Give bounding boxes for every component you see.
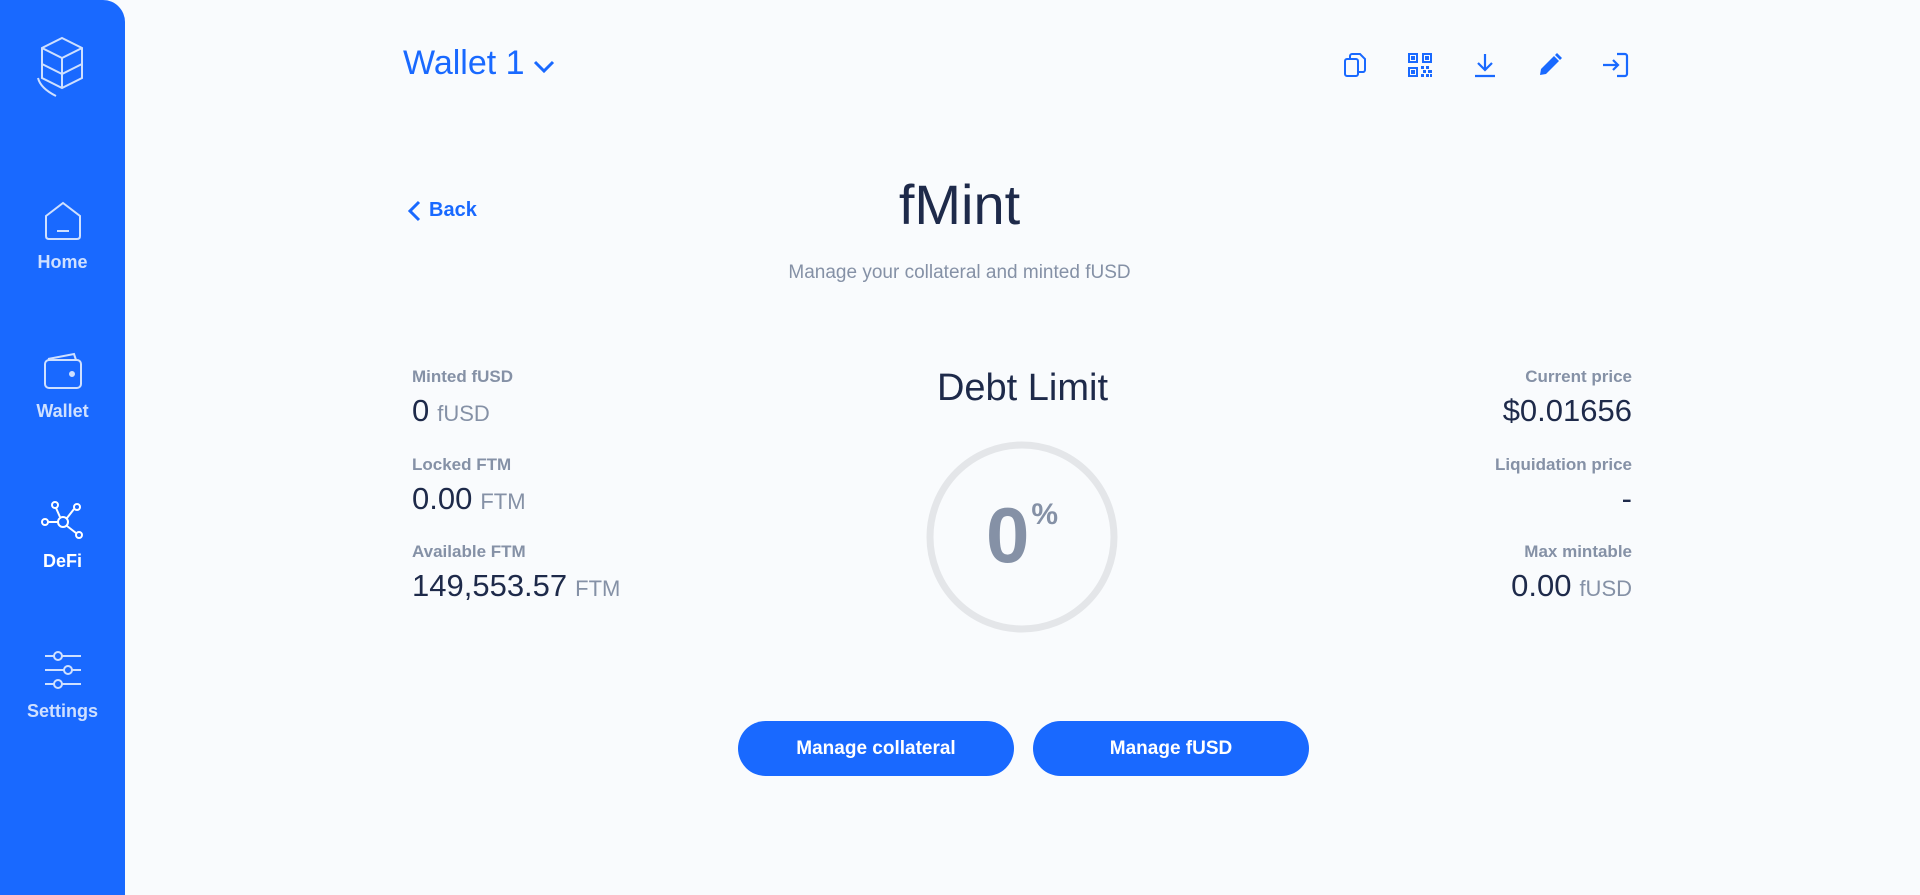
sidebar-item-settings[interactable]: Settings bbox=[0, 649, 125, 722]
stat-value: 0 bbox=[412, 393, 430, 428]
stat-available-ftm: Available FTM 149,553.57 FTM bbox=[412, 542, 620, 604]
sidebar-item-wallet[interactable]: Wallet bbox=[0, 351, 125, 422]
wallet-icon bbox=[43, 352, 82, 389]
stat-locked-ftm: Locked FTM 0.00 FTM bbox=[412, 455, 526, 517]
sidebar-item-defi[interactable]: DeFi bbox=[0, 501, 125, 572]
receive-download-button[interactable] bbox=[1470, 50, 1500, 80]
manage-fusd-button[interactable]: Manage fUSD bbox=[1033, 721, 1309, 776]
stat-value: 0.00 bbox=[412, 481, 473, 516]
fantom-logo-icon[interactable] bbox=[36, 34, 88, 100]
wallet-selector[interactable]: Wallet 1 bbox=[403, 44, 555, 83]
stat-minted-fusd: Minted fUSD 0 fUSD bbox=[412, 367, 513, 429]
stat-unit: FTM bbox=[480, 489, 526, 514]
stat-label: Locked FTM bbox=[412, 455, 512, 474]
debt-limit-number: 0 bbox=[985, 491, 1030, 579]
download-icon bbox=[1475, 54, 1495, 78]
stat-label: Max mintable bbox=[1524, 542, 1632, 561]
stat-label: Available FTM bbox=[412, 542, 526, 561]
page-title: fMint bbox=[898, 173, 1021, 236]
stat-unit: fUSD bbox=[1579, 576, 1632, 601]
debt-limit-value: 0% bbox=[924, 490, 1120, 581]
sidebar-item-label: DeFi bbox=[42, 551, 82, 571]
stat-value: - bbox=[1621, 481, 1632, 516]
qr-code-button[interactable] bbox=[1405, 50, 1435, 80]
manage-collateral-button[interactable]: Manage collateral bbox=[738, 721, 1014, 776]
stat-max-mintable: Max mintable 0.00 fUSD bbox=[1511, 542, 1632, 604]
copy-address-button[interactable] bbox=[1340, 50, 1370, 80]
defi-network-icon bbox=[40, 501, 83, 539]
stat-value: 149,553.57 bbox=[412, 568, 568, 603]
logout-icon bbox=[1603, 52, 1629, 78]
wallet-toolbar bbox=[1340, 50, 1630, 80]
logout-button[interactable] bbox=[1600, 50, 1630, 80]
qr-code-icon bbox=[1408, 53, 1432, 77]
sidebar-item-label: Wallet bbox=[36, 401, 89, 421]
sliders-icon bbox=[44, 651, 81, 689]
sidebar: Home Wallet DeFi Settings bbox=[0, 0, 125, 895]
stat-label: Minted fUSD bbox=[412, 367, 514, 386]
stat-unit: fUSD bbox=[437, 401, 490, 426]
debt-limit-title: Debt Limit bbox=[936, 367, 1109, 409]
page-subtitle: Manage your collateral and minted fUSD bbox=[788, 262, 1131, 283]
stat-value: $0.01656 bbox=[1502, 393, 1632, 428]
chevron-down-icon bbox=[533, 60, 554, 73]
sidebar-item-label: Settings bbox=[26, 701, 98, 721]
stat-liquidation-price: Liquidation price - bbox=[1495, 455, 1632, 517]
stat-label: Current price bbox=[1525, 367, 1632, 386]
copy-icon bbox=[1344, 53, 1366, 77]
stat-unit: FTM bbox=[575, 576, 621, 601]
edit-wallet-button[interactable] bbox=[1535, 50, 1565, 80]
wallet-name: Wallet 1 bbox=[403, 44, 525, 82]
stat-current-price: Current price $0.01656 bbox=[1503, 367, 1632, 429]
stat-value: 0.00 bbox=[1511, 568, 1572, 603]
debt-limit-unit: % bbox=[1031, 498, 1059, 531]
edit-pencil-icon bbox=[1540, 53, 1562, 75]
stat-label: Liquidation price bbox=[1495, 455, 1632, 474]
